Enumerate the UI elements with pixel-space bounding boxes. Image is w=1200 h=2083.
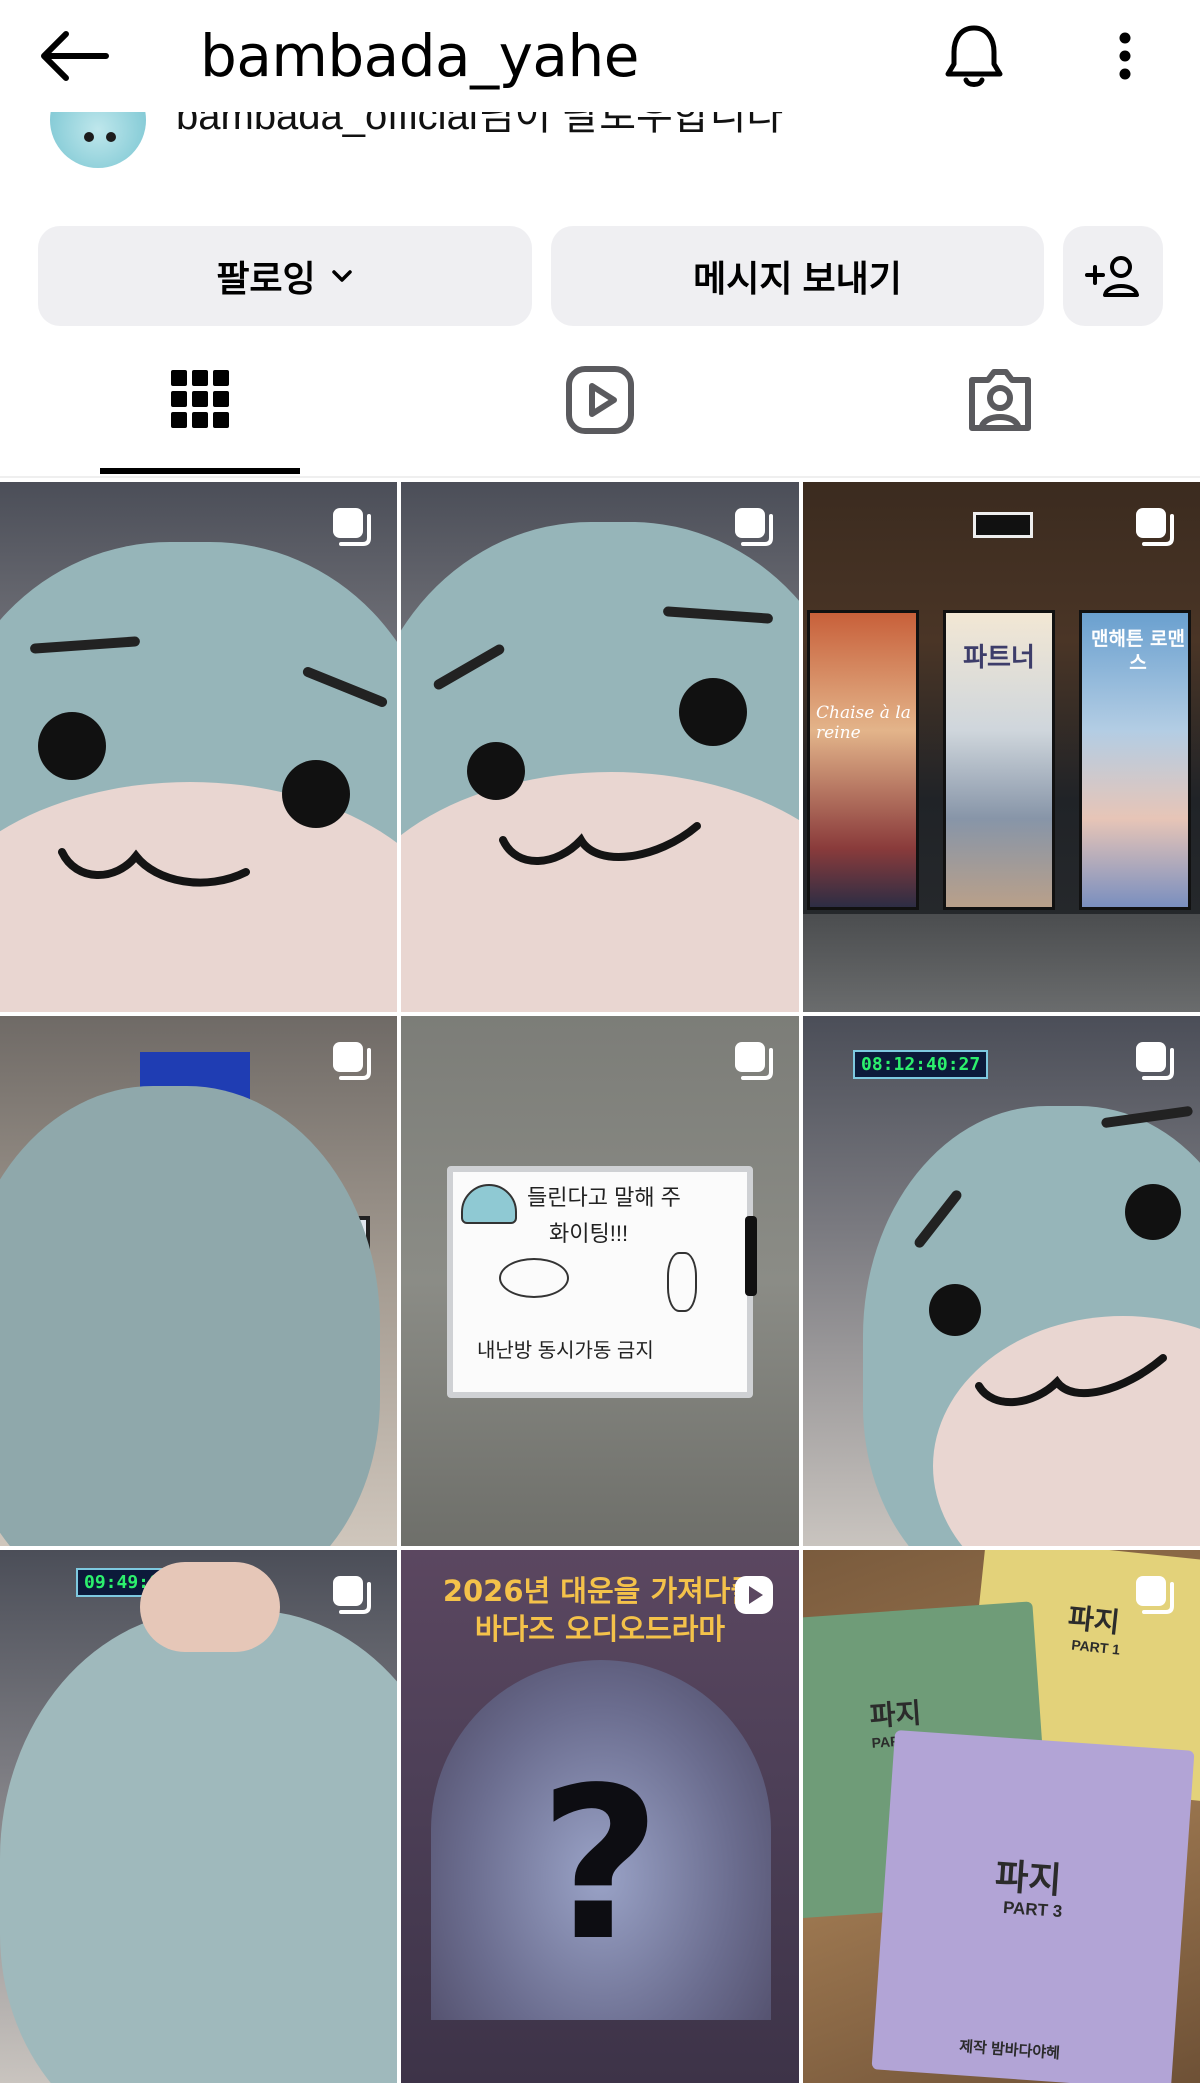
tabs-divider <box>0 476 1200 478</box>
reel-thumbnail[interactable]: 2026년 대운을 가져다줄 바다즈 오디오드라마 ? <box>401 1550 799 2083</box>
carousel-icon <box>333 1042 371 1080</box>
carousel-icon <box>1136 1576 1174 1614</box>
post-thumbnail[interactable]: Chaise à la reine 파트너 맨해튼 로맨스 <box>803 482 1200 1012</box>
bell-icon <box>945 25 1003 87</box>
suggest-people-button[interactable] <box>1063 226 1163 326</box>
profile-screen: bambada_yahe bambada_official님이 팔로우합니다 팔… <box>0 0 1200 2083</box>
following-label: 팔로잉 <box>216 258 316 299</box>
tab-grid[interactable] <box>0 340 400 474</box>
poster-cursive: Chaise à la reine <box>816 703 911 743</box>
back-button[interactable] <box>36 24 116 88</box>
studio-timer: 08:12:40:27 <box>853 1050 989 1079</box>
message-label: 메시지 보내기 <box>693 258 902 299</box>
followed-by-text: bambada_official님이 팔로우합니다 <box>176 112 784 138</box>
whiteboard: 들린다고 말해 주 화이팅!!! 내난방 동시가동 금지 <box>447 1166 753 1398</box>
add-person-icon <box>1085 256 1139 297</box>
whiteboard-text-2: 화이팅!!! <box>549 1221 629 1246</box>
chevron-down-icon <box>331 270 352 282</box>
following-button[interactable]: 팔로잉 <box>38 226 532 326</box>
carousel-icon <box>735 508 773 546</box>
grid-icon <box>171 370 229 428</box>
post-thumbnail[interactable]: 파지 PART 1 파지 PART 2 파지 PART 3 제작 밤바다야헤 <box>803 1550 1200 2083</box>
poster-title-partner: 파트너 <box>963 643 1035 673</box>
whiteboard-text-3: 내난방 동시가동 금지 <box>477 1340 654 1362</box>
more-options-button[interactable] <box>1100 20 1150 92</box>
script-part-3: 파지 PART 3 제작 밤바다야헤 <box>871 1729 1195 2083</box>
follower-avatar <box>50 112 146 168</box>
tab-reels[interactable] <box>400 340 800 474</box>
post-thumbnail[interactable]: 09:49:09 <box>0 1550 397 2083</box>
carousel-icon <box>735 1042 773 1080</box>
profile-username: bambada_yahe <box>200 22 639 90</box>
poster-title-manhattan: 맨해튼 로맨스 <box>1090 628 1185 674</box>
post-thumbnail[interactable] <box>401 482 799 1012</box>
post-thumbnail[interactable] <box>0 482 397 1012</box>
post-thumbnail[interactable]: 08:12:40:27 <box>803 1016 1200 1546</box>
posts-grid: Chaise à la reine 파트너 맨해튼 로맨스 들린다고 말해 주 … <box>0 482 1200 2083</box>
tab-tagged[interactable] <box>800 340 1200 474</box>
carousel-icon <box>333 508 371 546</box>
more-vertical-icon <box>1119 32 1131 80</box>
question-mark: ? <box>539 1742 661 1987</box>
post-thumbnail[interactable] <box>0 1016 397 1546</box>
poster-image: 파트너 <box>943 610 1055 910</box>
post-thumbnail[interactable]: 들린다고 말해 주 화이팅!!! 내난방 동시가동 금지 <box>401 1016 799 1546</box>
followed-by-row[interactable]: bambada_official님이 팔로우합니다 <box>0 112 1200 190</box>
whiteboard-text-1: 들린다고 말해 주 <box>527 1185 681 1210</box>
carousel-icon <box>1136 1042 1174 1080</box>
carousel-icon <box>1136 508 1174 546</box>
reels-icon <box>566 366 634 434</box>
poster-image: Chaise à la reine <box>807 610 919 910</box>
notifications-button[interactable] <box>938 20 1010 92</box>
message-button[interactable]: 메시지 보내기 <box>551 226 1044 326</box>
tagged-icon <box>969 369 1031 431</box>
carousel-icon <box>333 1576 371 1614</box>
poster-image: 맨해튼 로맨스 <box>1079 610 1191 910</box>
profile-header: bambada_yahe <box>0 0 1200 112</box>
arrow-left-icon <box>41 31 109 81</box>
active-tab-indicator <box>100 468 300 474</box>
profile-tabs <box>0 340 1200 474</box>
reel-icon <box>735 1576 773 1614</box>
